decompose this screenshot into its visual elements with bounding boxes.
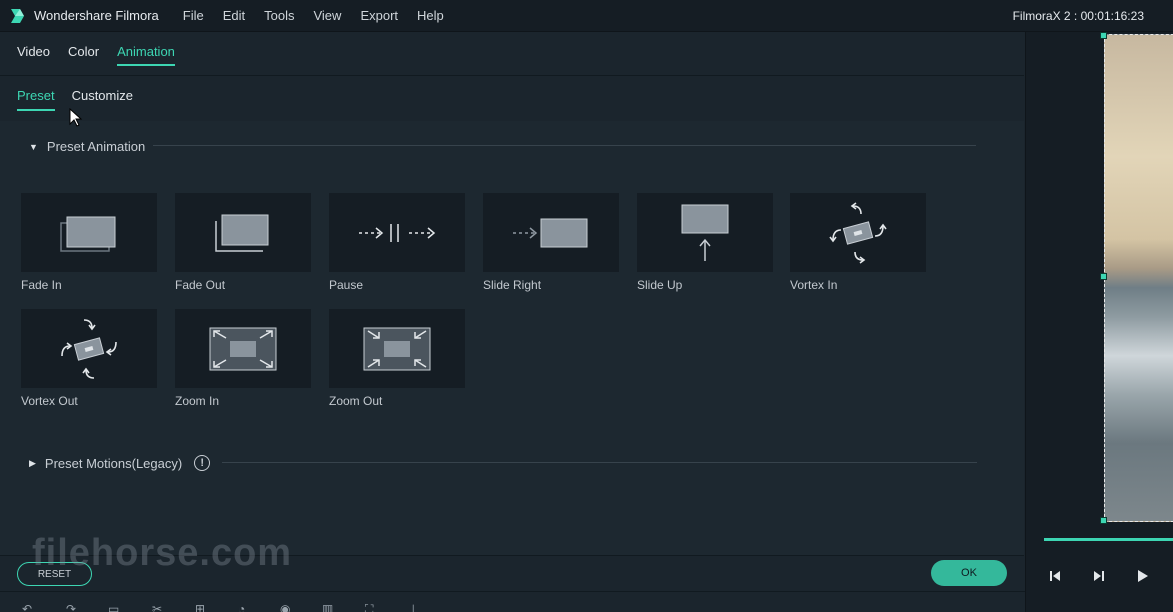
ok-button[interactable]: OK <box>931 560 1007 586</box>
menu-bar: File Edit Tools View Export Help <box>183 8 463 23</box>
app-name: Wondershare Filmora <box>34 8 159 23</box>
zoom-out-icon <box>329 309 465 388</box>
section-divider <box>222 462 977 463</box>
preset-label: Slide Right <box>483 278 542 292</box>
preset-zoom-out[interactable]: Zoom Out <box>329 309 465 408</box>
preset-label: Vortex Out <box>21 394 78 408</box>
timeline-toolbar: ↶ ↷ ▭ ✂ ⊞ ◔ ◉ ▥ ⛶ ⊥ <box>0 591 1025 612</box>
preset-zoom-in[interactable]: Zoom In <box>175 309 311 408</box>
preset-slide-up[interactable]: Slide Up <box>637 193 773 292</box>
preset-vortex-out[interactable]: Vortex Out <box>21 309 157 408</box>
tab-video[interactable]: Video <box>17 32 50 66</box>
menu-view[interactable]: View <box>313 8 341 23</box>
preset-animation-header[interactable]: ▼ Preset Animation <box>29 139 145 154</box>
audio-icon[interactable]: ▥ <box>322 602 336 612</box>
filmora-logo-icon <box>7 6 27 26</box>
speed-icon[interactable]: ◔ <box>238 602 252 612</box>
resize-handle[interactable] <box>1100 32 1107 39</box>
slide-up-icon <box>637 193 773 272</box>
vortex-out-icon <box>21 309 157 388</box>
property-tabs: Video Color Animation <box>0 32 1024 76</box>
preset-label: Zoom In <box>175 394 220 408</box>
preset-label: Fade Out <box>175 278 226 292</box>
playback-progress-bar[interactable] <box>1044 538 1173 541</box>
expand-triangle-right-icon: ▶ <box>29 457 36 468</box>
menu-file[interactable]: File <box>183 8 204 23</box>
undo-icon[interactable]: ↶ <box>22 602 36 612</box>
cut-icon[interactable]: ✂ <box>152 602 166 612</box>
animation-panel: Video Color Animation Preset Customize <box>0 32 1024 555</box>
subtab-preset[interactable]: Preset <box>17 76 55 111</box>
preset-motions-legacy-header[interactable]: ▶ Preset Motions(Legacy) ! <box>29 455 211 471</box>
resize-handle[interactable] <box>1100 517 1107 524</box>
split-icon[interactable]: ⊥ <box>408 602 422 612</box>
menu-export[interactable]: Export <box>360 8 398 23</box>
color-icon[interactable]: ◉ <box>280 602 294 612</box>
preview-panel <box>1025 32 1173 612</box>
section-divider <box>153 145 976 146</box>
pause-icon <box>329 193 465 272</box>
project-status: FilmoraX 2 : 00:01:16:23 <box>1012 9 1144 23</box>
menu-tools[interactable]: Tools <box>264 8 294 23</box>
redo-icon[interactable]: ↷ <box>66 602 80 612</box>
preset-label: Vortex In <box>790 278 838 292</box>
expand-triangle-down-icon: ▼ <box>29 141 38 152</box>
preset-label: Slide Up <box>637 278 683 292</box>
delete-icon[interactable]: ▭ <box>108 602 122 612</box>
preset-label: Fade In <box>21 278 62 292</box>
subtab-customize[interactable]: Customize <box>72 76 133 111</box>
preset-motions-legacy-title: Preset Motions(Legacy) <box>44 455 183 471</box>
fade-in-icon <box>21 193 157 272</box>
next-frame-icon[interactable] <box>1092 569 1106 586</box>
title-bar: Wondershare Filmora File Edit Tools View… <box>0 0 1173 32</box>
preset-fade-out[interactable]: Fade Out <box>175 193 311 292</box>
slide-right-icon <box>483 193 619 272</box>
preset-pause[interactable]: Pause <box>329 193 465 292</box>
tab-color[interactable]: Color <box>68 32 99 66</box>
vortex-in-icon <box>790 193 926 272</box>
preview-video-frame[interactable] <box>1104 34 1173 522</box>
menu-edit[interactable]: Edit <box>223 8 245 23</box>
preset-label: Zoom Out <box>329 394 383 408</box>
animation-subtabs: Preset Customize <box>0 76 1024 121</box>
fade-out-icon <box>175 193 311 272</box>
preset-vortex-in[interactable]: Vortex In <box>790 193 926 292</box>
preset-fade-in[interactable]: Fade In <box>21 193 157 292</box>
menu-help[interactable]: Help <box>417 8 444 23</box>
fullscreen-icon[interactable]: ⛶ <box>365 602 379 612</box>
resize-handle[interactable] <box>1100 273 1107 280</box>
preset-animation-title: Preset Animation <box>46 139 146 154</box>
watermark: filehorse.com <box>32 532 293 574</box>
info-icon[interactable]: ! <box>194 455 211 471</box>
mouse-cursor-icon <box>69 108 83 127</box>
preset-slide-right[interactable]: Slide Right <box>483 193 619 292</box>
previous-frame-icon[interactable] <box>1048 569 1062 586</box>
zoom-in-icon <box>175 309 311 388</box>
tab-animation[interactable]: Animation <box>117 32 175 66</box>
preset-label: Pause <box>329 278 364 292</box>
play-icon[interactable] <box>1136 569 1150 586</box>
crop-icon[interactable]: ⊞ <box>195 602 209 612</box>
